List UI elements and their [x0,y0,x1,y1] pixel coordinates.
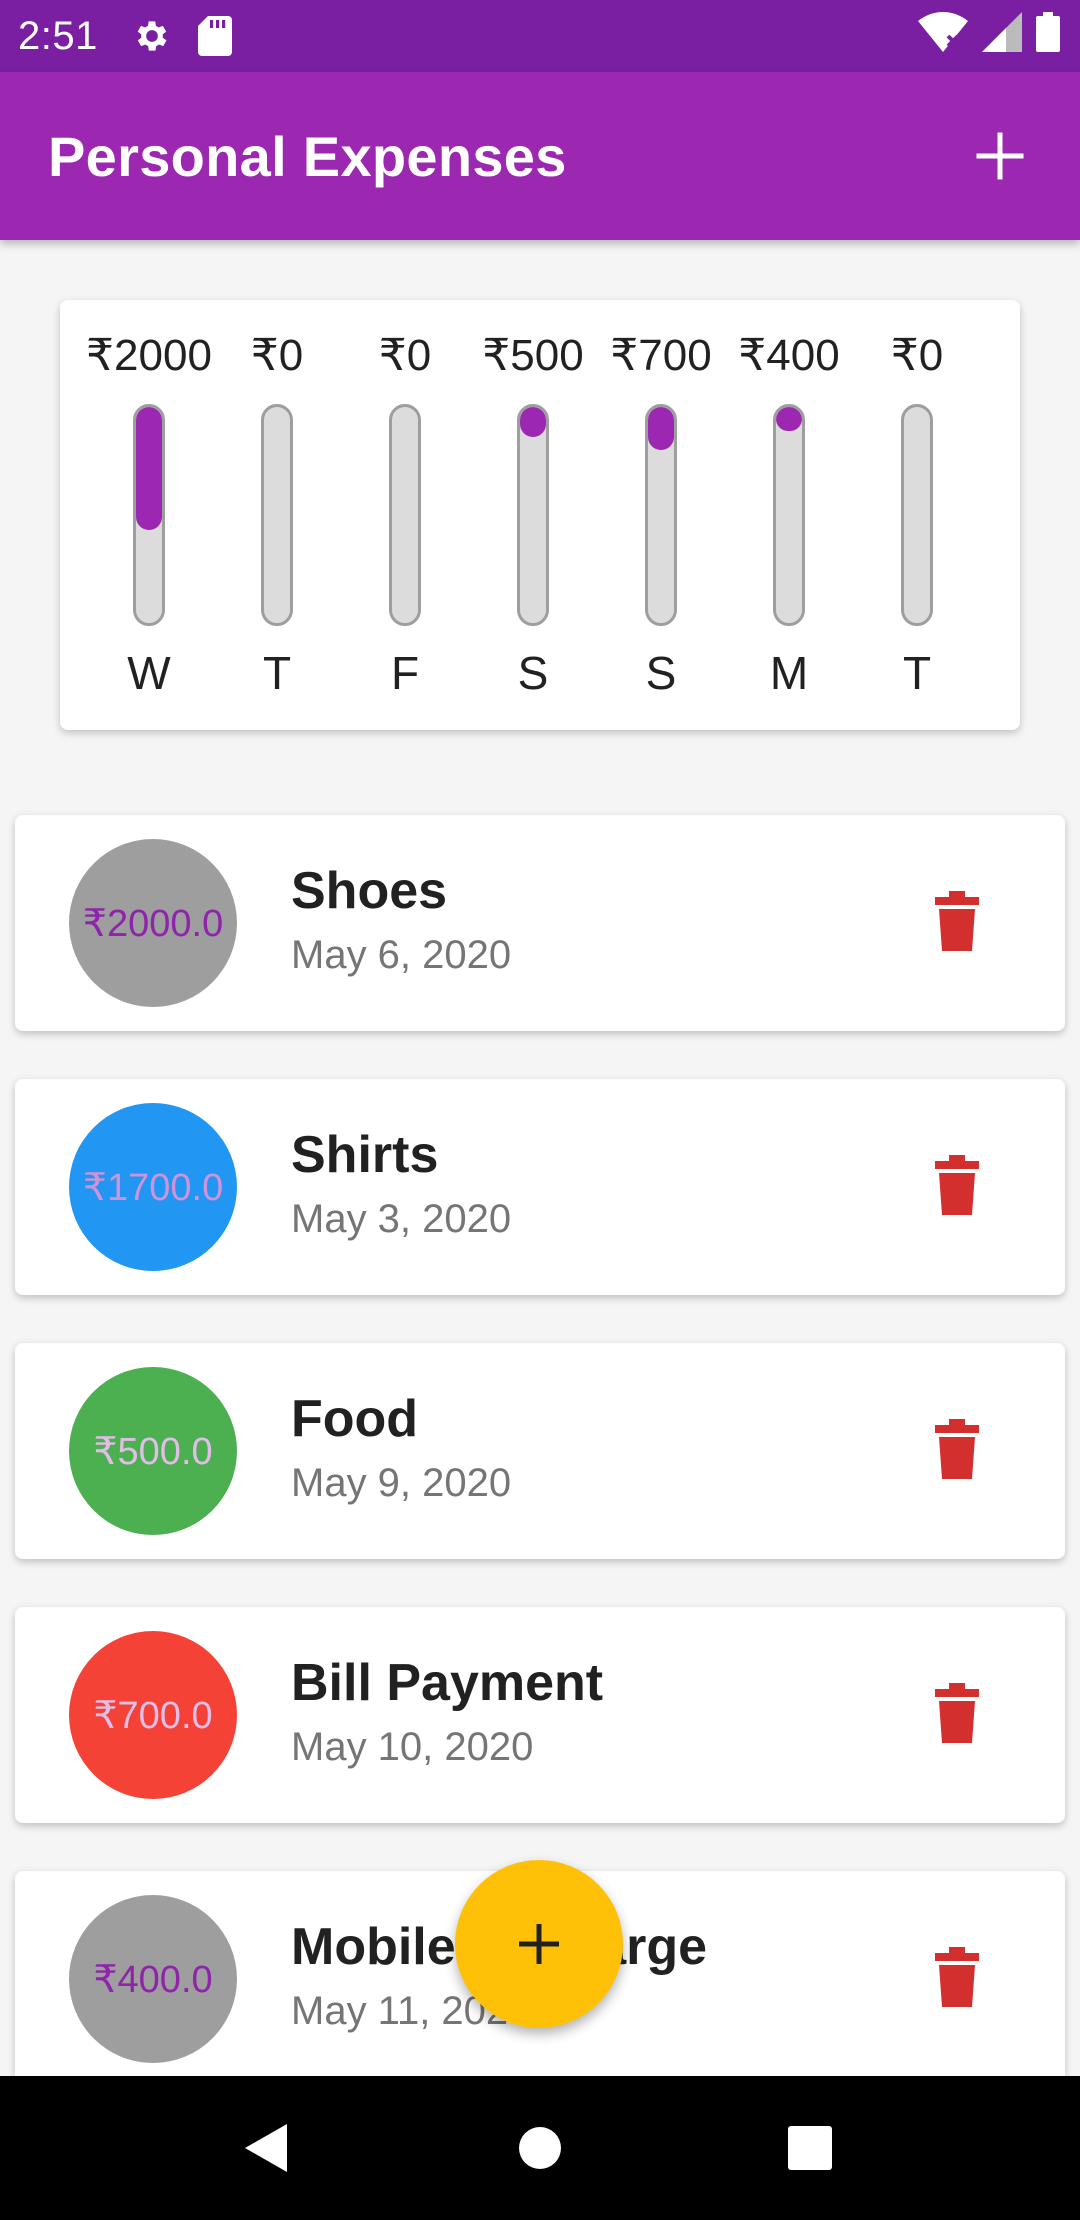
wifi-icon [918,12,968,52]
home-icon [519,2127,561,2169]
back-button[interactable] [195,2076,339,2220]
delete-button[interactable] [935,1419,979,1479]
page-title: Personal Expenses [48,124,567,188]
trash-icon [935,1419,979,1483]
chart-bar-column: ₹0 F [341,300,469,730]
transaction-amount-avatar: ₹500.0 [69,1367,237,1535]
recents-icon [788,2126,832,2170]
chart-bar-column: ₹500 S [469,300,597,730]
chart-bar-column: ₹0 T [213,300,341,730]
transaction-date: May 10, 2020 [291,1725,534,1769]
transaction-date: May 6, 2020 [291,933,512,977]
weekly-chart: ₹2000 W ₹0 T ₹0 F ₹500 S ₹700 S ₹400 M ₹0 T [60,300,1020,730]
status-bar: 2:51 [0,0,1080,72]
delete-button[interactable] [935,1947,979,2007]
bar-amount-label: ₹500 [482,331,584,380]
bar-fill [648,407,674,450]
bar-fill [520,407,546,437]
trash-icon [935,1683,979,1747]
delete-button[interactable] [935,1683,979,1743]
sd-card-icon [197,16,232,56]
bar-day-label: W [127,647,171,699]
transaction-amount-avatar: ₹400.0 [69,1895,237,2063]
bar-track [645,404,677,626]
chart-bar-column: ₹700 S [597,300,725,730]
transaction-title: Food [291,1390,419,1448]
bar-amount-label: ₹0 [250,331,304,380]
transaction-title: Shirts [291,1126,439,1184]
delete-button[interactable] [935,891,979,951]
bar-fill [776,407,802,431]
transaction-amount-avatar: ₹700.0 [69,1631,237,1799]
navigation-bar [0,2076,1080,2220]
home-button[interactable] [468,2076,612,2220]
trash-icon [935,1155,979,1219]
app-bar: Personal Expenses [0,72,1080,240]
bar-amount-label: ₹700 [610,331,712,380]
bar-track [261,404,293,626]
add-transaction-fab[interactable] [455,1860,623,2028]
transaction-date: May 3, 2020 [291,1197,512,1241]
battery-icon [1036,12,1060,52]
bar-amount-label: ₹2000 [86,331,212,380]
bar-day-label: S [517,647,549,699]
plus-icon [976,132,1024,180]
bar-amount-label: ₹0 [378,331,432,380]
bar-track [517,404,549,626]
bar-amount-label: ₹0 [890,331,944,380]
back-icon [245,2124,287,2172]
status-time: 2:51 [18,13,98,58]
chart-bar-column: ₹2000 W [85,300,213,730]
trash-icon [935,891,979,955]
delete-button[interactable] [935,1155,979,1215]
chart-bar-column: ₹400 M [725,300,853,730]
transaction-card[interactable]: ₹700.0 Bill Payment May 10, 2020 [15,1607,1065,1823]
signal-icon [982,12,1022,52]
recents-button[interactable] [738,2076,882,2220]
transaction-card[interactable]: ₹1700.0 Shirts May 3, 2020 [15,1079,1065,1295]
trash-icon [935,1947,979,2011]
bar-amount-label: ₹400 [738,331,840,380]
bar-day-label: T [902,647,932,699]
bar-track [773,404,805,626]
bar-day-label: S [645,647,677,699]
settings-icon [132,16,172,56]
transaction-card[interactable]: ₹500.0 Food May 9, 2020 [15,1343,1065,1559]
transaction-amount-avatar: ₹2000.0 [69,839,237,1007]
bar-fill [136,407,162,530]
plus-icon [519,1924,559,1964]
transaction-title: Shoes [291,862,448,920]
chart-bar-column: ₹0 T [853,300,981,730]
bar-day-label: F [390,647,420,699]
add-transaction-button[interactable] [960,116,1040,196]
bar-day-label: M [769,647,809,699]
transaction-title: Bill Payment [291,1654,604,1712]
transaction-card[interactable]: ₹2000.0 Shoes May 6, 2020 [15,815,1065,1031]
bar-track [389,404,421,626]
transaction-date: May 9, 2020 [291,1461,512,1505]
bar-day-label: T [262,647,292,699]
transaction-amount-avatar: ₹1700.0 [69,1103,237,1271]
bar-track [901,404,933,626]
bar-track [133,404,165,626]
